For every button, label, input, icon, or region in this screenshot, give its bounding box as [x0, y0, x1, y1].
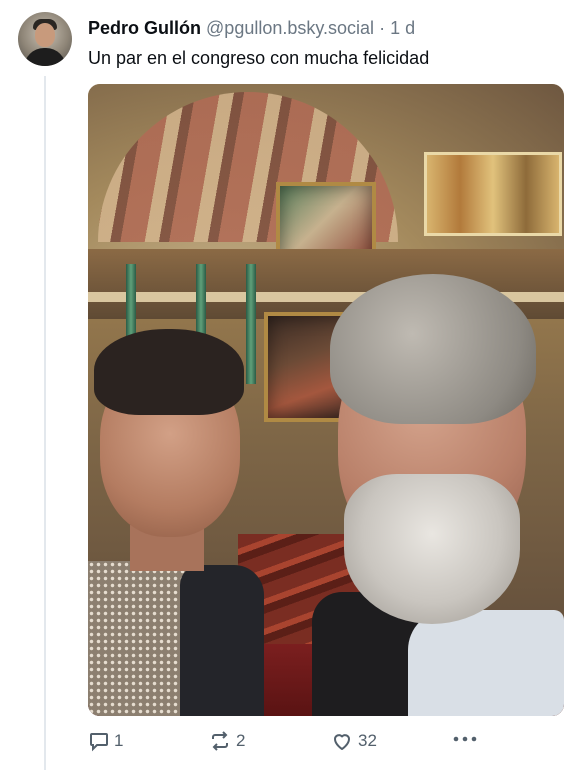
author-name[interactable]: Pedro Gullón	[88, 18, 201, 38]
post-actions: 1 2 32	[88, 730, 564, 758]
person-left	[88, 329, 308, 716]
repost-button[interactable]: 2	[208, 730, 245, 752]
like-icon	[330, 730, 354, 752]
repost-icon	[208, 730, 232, 752]
post-image[interactable]	[88, 84, 564, 716]
more-icon	[452, 734, 478, 744]
like-button[interactable]: 32	[330, 730, 377, 752]
more-button[interactable]	[452, 734, 478, 744]
author-handle[interactable]: @pgullon.bsky.social	[206, 18, 374, 38]
post-age[interactable]: 1 d	[390, 18, 415, 38]
repost-count: 2	[236, 731, 246, 750]
reply-count: 1	[114, 731, 124, 750]
avatar[interactable]	[18, 12, 72, 66]
like-count: 32	[358, 731, 377, 750]
thread-line	[44, 76, 46, 770]
reply-button[interactable]: 1	[88, 730, 123, 752]
stained-glass	[424, 152, 562, 236]
person-right	[312, 274, 564, 716]
post-text: Un par en el congreso con mucha felicida…	[88, 48, 430, 68]
separator-dot: ·	[379, 18, 386, 38]
post-header: Pedro Gullón @pgullon.bsky.social · 1 d	[88, 16, 415, 40]
reply-icon	[88, 730, 110, 752]
